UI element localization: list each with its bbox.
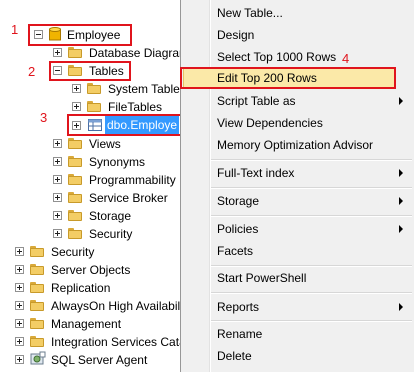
tree-item-sql-server-agent[interactable]: SQL Server Agent [51,351,147,369]
folder-icon [87,101,101,112]
menu-item-policies[interactable]: Policies [217,219,258,239]
tree-item-alwayson[interactable]: AlwaysOn High Availabil [51,297,180,315]
menu-separator [211,292,412,294]
expand-toggle[interactable] [53,139,62,148]
tree-item-integration-services[interactable]: Integration Services Cata [51,333,186,351]
folder-icon [30,318,44,329]
expand-toggle[interactable] [72,84,81,93]
tree-item-database-diagrams[interactable]: Database Diagram [89,44,189,62]
annotation-number-3: 3 [40,110,48,125]
submenu-arrow-icon [399,97,403,105]
menu-item-delete[interactable]: Delete [217,346,252,366]
context-menu: New Table... Design Select Top 1000 Rows… [180,0,414,372]
tree-item-storage[interactable]: Storage [89,207,131,225]
menu-item-select-top-rows[interactable]: Select Top 1000 Rows [217,47,336,67]
expand-toggle[interactable] [53,157,62,166]
tree-item-server-objects[interactable]: Server Objects [51,261,130,279]
menu-item-storage[interactable]: Storage [217,191,259,211]
expand-toggle[interactable] [53,229,62,238]
annotation-number-4: 4 [342,51,350,66]
sql-agent-icon [30,351,46,365]
folder-icon [68,156,82,167]
folder-icon [30,282,44,293]
expand-toggle[interactable] [15,319,24,328]
expand-toggle[interactable] [53,211,62,220]
tree-item-db-security[interactable]: Security [89,225,132,243]
menu-gutter [209,0,211,372]
menu-separator [211,187,412,189]
tree-item-security[interactable]: Security [51,243,94,261]
menu-item-script-table-as[interactable]: Script Table as [217,91,296,111]
tree-item-replication[interactable]: Replication [51,279,110,297]
expand-toggle[interactable] [15,283,24,292]
folder-icon [30,336,44,347]
tree-item-views[interactable]: Views [89,135,121,153]
menu-item-design[interactable]: Design [217,25,254,45]
expand-toggle[interactable] [72,102,81,111]
submenu-arrow-icon [399,225,403,233]
expand-toggle[interactable] [53,193,62,202]
annotation-number-2: 2 [28,64,36,79]
menu-item-start-powershell[interactable]: Start PowerShell [217,268,306,288]
menu-item-full-text-index[interactable]: Full-Text index [217,163,294,183]
menu-item-rename[interactable]: Rename [217,324,262,344]
expand-toggle[interactable] [15,301,24,310]
expand-toggle[interactable] [53,48,62,57]
folder-icon [68,192,82,203]
submenu-arrow-icon [399,303,403,311]
submenu-arrow-icon [399,197,403,205]
annotation-number-1: 1 [11,22,19,37]
tree-item-system-tables[interactable]: System Table [108,80,180,98]
folder-icon [68,174,82,185]
menu-item-memory-optimization-advisor[interactable]: Memory Optimization Advisor [217,135,373,155]
annotation-box-tables [49,61,131,81]
expand-toggle[interactable] [15,265,24,274]
expand-toggle[interactable] [15,247,24,256]
menu-item-facets[interactable]: Facets [217,241,253,261]
folder-icon [87,83,101,94]
menu-separator [211,320,412,322]
menu-separator [211,159,412,161]
tree-item-management[interactable]: Management [51,315,121,333]
annotation-box-dbo-employee [67,114,183,136]
folder-icon [68,138,82,149]
menu-separator [211,215,412,217]
tree-item-service-broker[interactable]: Service Broker [89,189,168,207]
menu-separator [211,265,412,267]
folder-icon [30,246,44,257]
submenu-arrow-icon [399,169,403,177]
folder-icon [30,300,44,311]
menu-item-view-dependencies[interactable]: View Dependencies [217,113,323,133]
expand-toggle[interactable] [53,175,62,184]
menu-item-reports[interactable]: Reports [217,297,259,317]
annotation-box-employee [28,24,132,46]
folder-icon [68,210,82,221]
folder-icon [30,264,44,275]
annotation-box-edit-top-rows [180,67,396,89]
menu-item-new-table[interactable]: New Table... [217,3,283,23]
folder-icon [68,47,82,58]
tree-item-synonyms[interactable]: Synonyms [89,153,145,171]
folder-icon [68,228,82,239]
expand-toggle[interactable] [15,355,24,364]
expand-toggle[interactable] [15,337,24,346]
tree-item-programmability[interactable]: Programmability [89,171,176,189]
